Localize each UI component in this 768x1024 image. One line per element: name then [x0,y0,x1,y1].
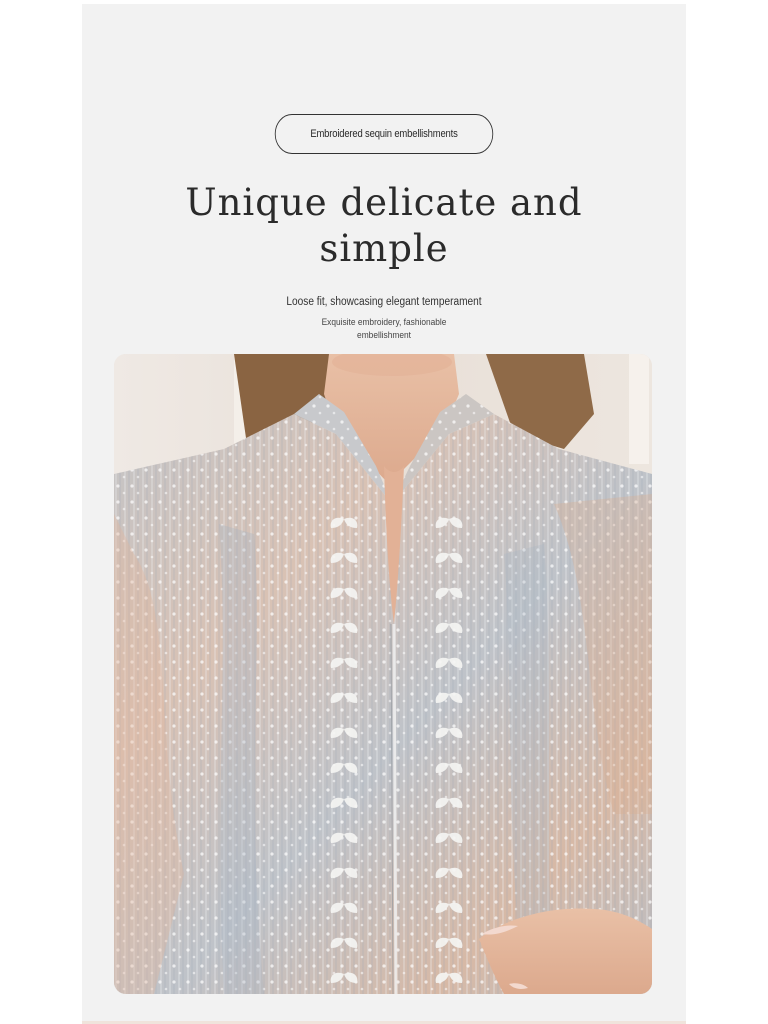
headline: Unique delicate and simple [82,180,686,272]
product-detail-card: Embroidered sequin embellishments Unique… [82,4,686,1024]
product-photo [114,354,652,994]
blouse-illustration [114,354,652,994]
feature-badge-label: Embroidered sequin embellishments [310,128,458,140]
headline-line-2: simple [319,227,449,270]
feature-badge: Embroidered sequin embellishments [274,114,494,154]
caption-line-2: embellishment [357,330,411,341]
headline-line-1: Unique delicate and [185,181,583,224]
caption-line-1: Exquisite embroidery, fashionable [321,317,447,328]
subtitle: Loose fit, showcasing elegant temperamen… [286,296,482,308]
caption: Exquisite embroidery, fashionable embell… [314,316,455,342]
